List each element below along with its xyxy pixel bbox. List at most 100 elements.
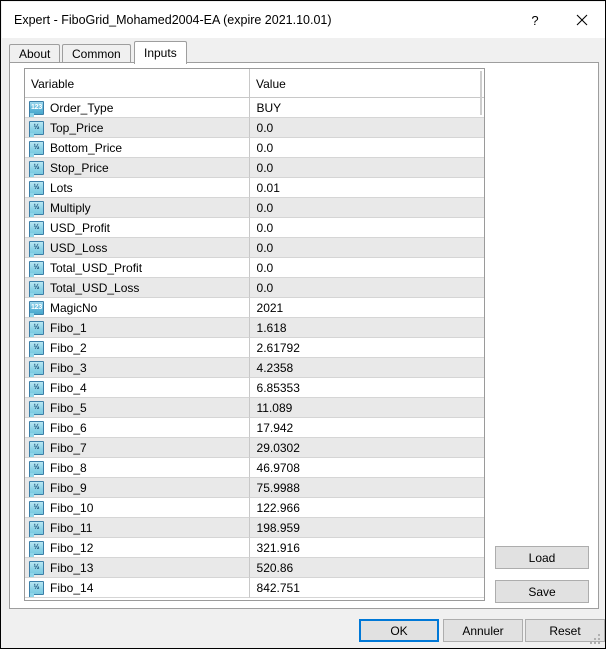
table-row[interactable]: ½Fibo_11.618 — [25, 318, 484, 338]
table-row[interactable]: ½Fibo_846.9708 — [25, 458, 484, 478]
float-type-icon: ½ — [29, 281, 44, 295]
cell-value[interactable]: 842.751 — [249, 578, 484, 598]
cell-value[interactable]: 0.0 — [249, 238, 484, 258]
table-row[interactable]: ½Lots0.01 — [25, 178, 484, 198]
cell-value[interactable]: BUY — [249, 98, 484, 118]
table-row[interactable]: ½Total_USD_Profit0.0 — [25, 258, 484, 278]
cell-value[interactable]: 0.01 — [249, 178, 484, 198]
table-row[interactable]: ½Bottom_Price0.0 — [25, 138, 484, 158]
variable-name-label: Top_Price — [50, 121, 103, 135]
tab-about[interactable]: About — [9, 44, 60, 63]
cell-value[interactable]: 122.966 — [249, 498, 484, 518]
inputs-grid[interactable]: Variable Value 123Order_TypeBUY ½ Top_Pric… — [24, 68, 485, 601]
cell-value[interactable]: 75.9988 — [249, 478, 484, 498]
grip-dot — [598, 634, 600, 636]
grip-dot — [594, 642, 596, 644]
cell-variable: ½Multiply — [25, 198, 249, 218]
table-row[interactable]: ½Fibo_12321.916 — [25, 538, 484, 558]
tab-inputs-label: Inputs — [144, 46, 177, 60]
variable-name-label: Fibo_8 — [50, 461, 87, 475]
cell-value[interactable]: 2021 — [249, 298, 484, 318]
table-row[interactable]: ½Fibo_729.0302 — [25, 438, 484, 458]
float-type-icon: ½ — [29, 521, 44, 535]
grid-header-row: Variable Value — [25, 69, 484, 98]
variable-name-label: Fibo_12 — [50, 541, 93, 555]
table-row[interactable]: ½Fibo_46.85353 — [25, 378, 484, 398]
cell-variable: ½Fibo_13 — [25, 558, 249, 578]
table-row[interactable]: 123Order_TypeBUY — [25, 98, 484, 118]
question-mark-icon: ? — [531, 13, 538, 28]
grip-dot — [598, 642, 600, 644]
grid-vertical-scrollbar[interactable] — [479, 70, 483, 600]
inputs-tab-panel: Variable Value 123Order_TypeBUY ½ Top_Pric… — [9, 62, 599, 609]
cell-variable: ½Total_USD_Profit — [25, 258, 249, 278]
cell-value[interactable]: 11.089 — [249, 398, 484, 418]
save-button[interactable]: Save — [495, 580, 589, 603]
cell-variable: ½Fibo_10 — [25, 498, 249, 518]
table-row[interactable]: ½USD_Loss0.0 — [25, 238, 484, 258]
cell-variable: ½Lots — [25, 178, 249, 198]
column-header-value[interactable]: Value — [249, 69, 485, 98]
tab-inputs[interactable]: Inputs — [134, 41, 187, 64]
cell-value[interactable]: 46.9708 — [249, 458, 484, 478]
cell-value[interactable]: 520.86 — [249, 558, 484, 578]
variable-value-label: 321.916 — [257, 541, 300, 555]
table-row[interactable]: ½USD_Profit0.0 — [25, 218, 484, 238]
table-row[interactable]: ½ Fibo_9 75.9988 — [25, 478, 484, 498]
table-row[interactable]: ½Stop_Price0.0 — [25, 158, 484, 178]
variable-value-label: 0.0 — [257, 281, 274, 295]
table-row[interactable]: 123MagicNo2021 — [25, 298, 484, 318]
variable-value-label: 0.0 — [257, 161, 274, 175]
cell-variable: ½Fibo_8 — [25, 458, 249, 478]
cell-variable: ½ Fibo_9 — [25, 478, 249, 498]
tab-common[interactable]: Common — [62, 44, 131, 63]
cell-value[interactable]: 6.85353 — [249, 378, 484, 398]
cell-value[interactable]: 29.0302 — [249, 438, 484, 458]
table-row[interactable]: ½Fibo_14842.751 — [25, 578, 484, 598]
close-button[interactable] — [558, 2, 606, 38]
float-type-icon: ½ — [29, 561, 44, 575]
cell-value[interactable]: 0.0 — [249, 138, 484, 158]
cell-value[interactable]: 0.0 — [249, 118, 484, 138]
table-row[interactable]: ½Fibo_34.2358 — [25, 358, 484, 378]
cell-value[interactable]: 17.942 — [249, 418, 484, 438]
float-type-icon: ½ — [29, 481, 44, 495]
ok-button[interactable]: OK — [359, 619, 439, 642]
resize-grip[interactable] — [590, 634, 602, 646]
table-row[interactable]: ½Fibo_13520.86 — [25, 558, 484, 578]
cell-value[interactable]: 0.0 — [249, 258, 484, 278]
cell-value[interactable]: 0.0 — [249, 218, 484, 238]
cell-value[interactable]: 321.916 — [249, 538, 484, 558]
help-button[interactable]: ? — [512, 2, 558, 38]
float-type-icon: ½ — [29, 161, 44, 175]
load-button[interactable]: Load — [495, 546, 589, 569]
cell-value[interactable]: 198.959 — [249, 518, 484, 538]
cell-value[interactable]: 0.0 — [249, 198, 484, 218]
type-icon-glyph: ½ — [34, 144, 40, 151]
table-row[interactable]: ½Fibo_11198.959 — [25, 518, 484, 538]
float-type-icon: ½ — [29, 421, 44, 435]
cell-value[interactable]: 4.2358 — [249, 358, 484, 378]
cell-value[interactable]: 0.0 — [249, 278, 484, 298]
close-icon — [576, 14, 588, 26]
table-row[interactable]: ½Fibo_10122.966 — [25, 498, 484, 518]
scrollbar-thumb[interactable] — [480, 71, 482, 115]
cell-value[interactable]: 2.61792 — [249, 338, 484, 358]
table-row[interactable]: ½Total_USD_Loss0.0 — [25, 278, 484, 298]
cell-variable: ½Fibo_2 — [25, 338, 249, 358]
table-row[interactable]: ½Top_Price0.0 — [25, 118, 484, 138]
variable-name-label: Fibo_9 — [50, 481, 87, 495]
table-row[interactable]: ½Fibo_617.942 — [25, 418, 484, 438]
cell-value[interactable]: 0.0 — [249, 158, 484, 178]
table-row[interactable]: ½Fibo_511.089 — [25, 398, 484, 418]
column-header-variable[interactable]: Variable — [25, 69, 249, 98]
type-icon-glyph: ½ — [34, 444, 40, 451]
cancel-button[interactable]: Annuler — [443, 619, 523, 642]
table-row[interactable]: ½Multiply0.0 — [25, 198, 484, 218]
type-icon-glyph: ½ — [34, 564, 40, 571]
table-row[interactable]: ½Fibo_22.61792 — [25, 338, 484, 358]
cell-variable: ½Bottom_Price — [25, 138, 249, 158]
cell-value[interactable]: 1.618 — [249, 318, 484, 338]
cell-variable: ½Fibo_11 — [25, 518, 249, 538]
window-controls: ? — [512, 2, 606, 38]
